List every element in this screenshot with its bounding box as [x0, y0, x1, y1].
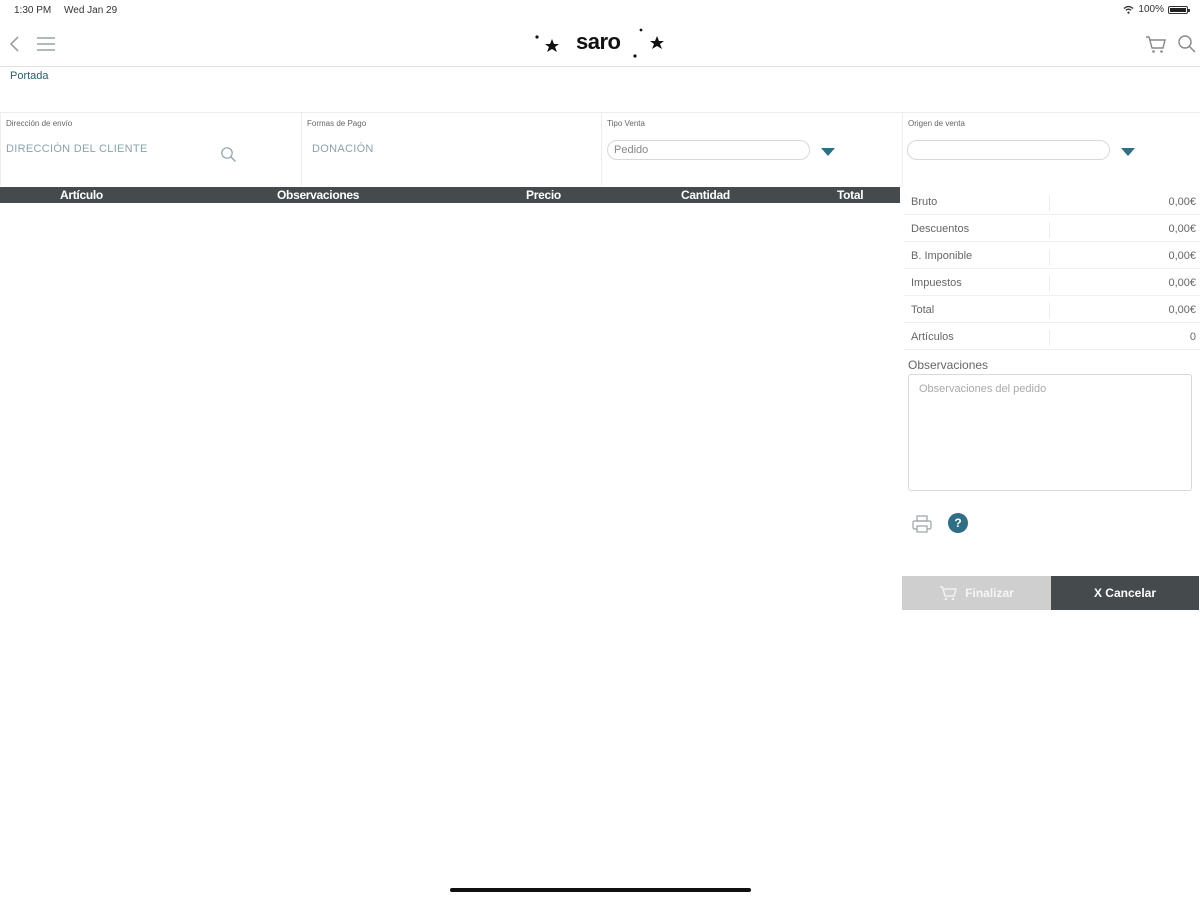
- cart-icon[interactable]: [1145, 34, 1167, 54]
- finalizar-button[interactable]: Finalizar: [902, 576, 1051, 610]
- direccion-envio-value: DIRECCIÓN DEL CLIENTE: [6, 143, 148, 155]
- help-icon[interactable]: ?: [948, 513, 968, 533]
- wifi-icon: [1123, 5, 1134, 14]
- direccion-envio-field[interactable]: Dirección de envío DIRECCIÓN DEL CLIENTE: [0, 112, 301, 186]
- direccion-envio-label: Dirección de envío: [6, 119, 73, 128]
- summary-value: 0: [1189, 331, 1196, 343]
- summary-row-articulos: Artículos 0: [904, 324, 1200, 350]
- origen-venta-caret-icon[interactable]: [1121, 148, 1135, 156]
- summary-label: Descuentos: [911, 223, 970, 235]
- cancelar-button[interactable]: X Cancelar: [1051, 576, 1199, 610]
- tipo-venta-caret-icon[interactable]: [821, 148, 835, 156]
- summary-row-base-imponible: B. Imponible 0,00€: [904, 243, 1200, 269]
- summary-value: 0,00€: [1168, 277, 1196, 289]
- column-header-cantidad: Cantidad: [681, 188, 730, 202]
- origen-venta-field: Origen de venta: [902, 112, 1200, 186]
- formas-pago-label: Formas de Pago: [307, 119, 367, 128]
- status-time: 1:30 PM: [14, 5, 52, 16]
- summary-label: Artículos: [911, 331, 954, 343]
- summary-label: Impuestos: [911, 277, 962, 289]
- summary-separator: [1049, 195, 1050, 211]
- chevron-left-icon[interactable]: [6, 32, 24, 56]
- summary-row-impuestos: Impuestos 0,00€: [904, 270, 1200, 296]
- summary-label: B. Imponible: [911, 250, 973, 262]
- column-header-articulo: Artículo: [60, 188, 103, 202]
- battery-icon: [1168, 5, 1190, 14]
- home-indicator[interactable]: [450, 888, 751, 892]
- observaciones-label: Observaciones: [908, 358, 989, 372]
- items-table-header: Artículo Observaciones Precio Cantidad T…: [0, 187, 900, 203]
- summary-value: 0,00€: [1168, 196, 1196, 208]
- search-address-icon[interactable]: [220, 146, 237, 163]
- menu-icon[interactable]: [36, 34, 56, 54]
- nav-divider: [0, 66, 1200, 67]
- finalizar-label: Finalizar: [965, 586, 1014, 600]
- summary-separator: [1049, 249, 1050, 265]
- status-indicators: 100%: [1123, 4, 1190, 15]
- summary-value: 0,00€: [1168, 304, 1196, 316]
- summary-label: Total: [911, 304, 935, 316]
- summary-value: 0,00€: [1168, 223, 1196, 235]
- cancelar-label: X Cancelar: [1093, 586, 1157, 600]
- summary-row-descuentos: Descuentos 0,00€: [904, 216, 1200, 242]
- tipo-venta-select[interactable]: Pedido: [607, 140, 810, 160]
- tipo-venta-label: Tipo Venta: [607, 119, 645, 128]
- summary-separator: [1049, 330, 1050, 346]
- status-date: Wed Jan 29: [64, 5, 118, 16]
- summary-separator: [1049, 276, 1050, 292]
- observaciones-textarea[interactable]: [908, 374, 1192, 491]
- column-header-precio: Precio: [526, 188, 561, 202]
- saro-logo[interactable]: saro: [530, 26, 670, 62]
- summary-value: 0,00€: [1168, 250, 1196, 262]
- summary-separator: [1049, 303, 1050, 319]
- summary-row-total: Total 0,00€: [904, 297, 1200, 323]
- summary-row-bruto: Bruto 0,00€: [904, 189, 1200, 215]
- cart-icon: [940, 586, 958, 601]
- search-icon[interactable]: [1177, 34, 1197, 54]
- summary-label: Bruto: [911, 196, 938, 208]
- column-header-total: Total: [837, 188, 864, 202]
- formas-pago-field[interactable]: Formas de Pago DONACIÓN: [301, 112, 601, 186]
- origen-venta-select[interactable]: [907, 140, 1110, 160]
- logo-text: saro: [576, 29, 621, 54]
- tipo-venta-field: Tipo Venta Pedido: [601, 112, 902, 186]
- origen-venta-label: Origen de venta: [908, 119, 965, 128]
- print-icon[interactable]: [911, 514, 933, 534]
- breadcrumb-portada[interactable]: Portada: [10, 70, 49, 82]
- summary-separator: [1049, 222, 1050, 238]
- formas-pago-value: DONACIÓN: [312, 143, 374, 155]
- tipo-venta-value: Pedido: [614, 144, 649, 156]
- column-header-observaciones: Observaciones: [277, 188, 360, 202]
- battery-percent: 100%: [1138, 4, 1164, 15]
